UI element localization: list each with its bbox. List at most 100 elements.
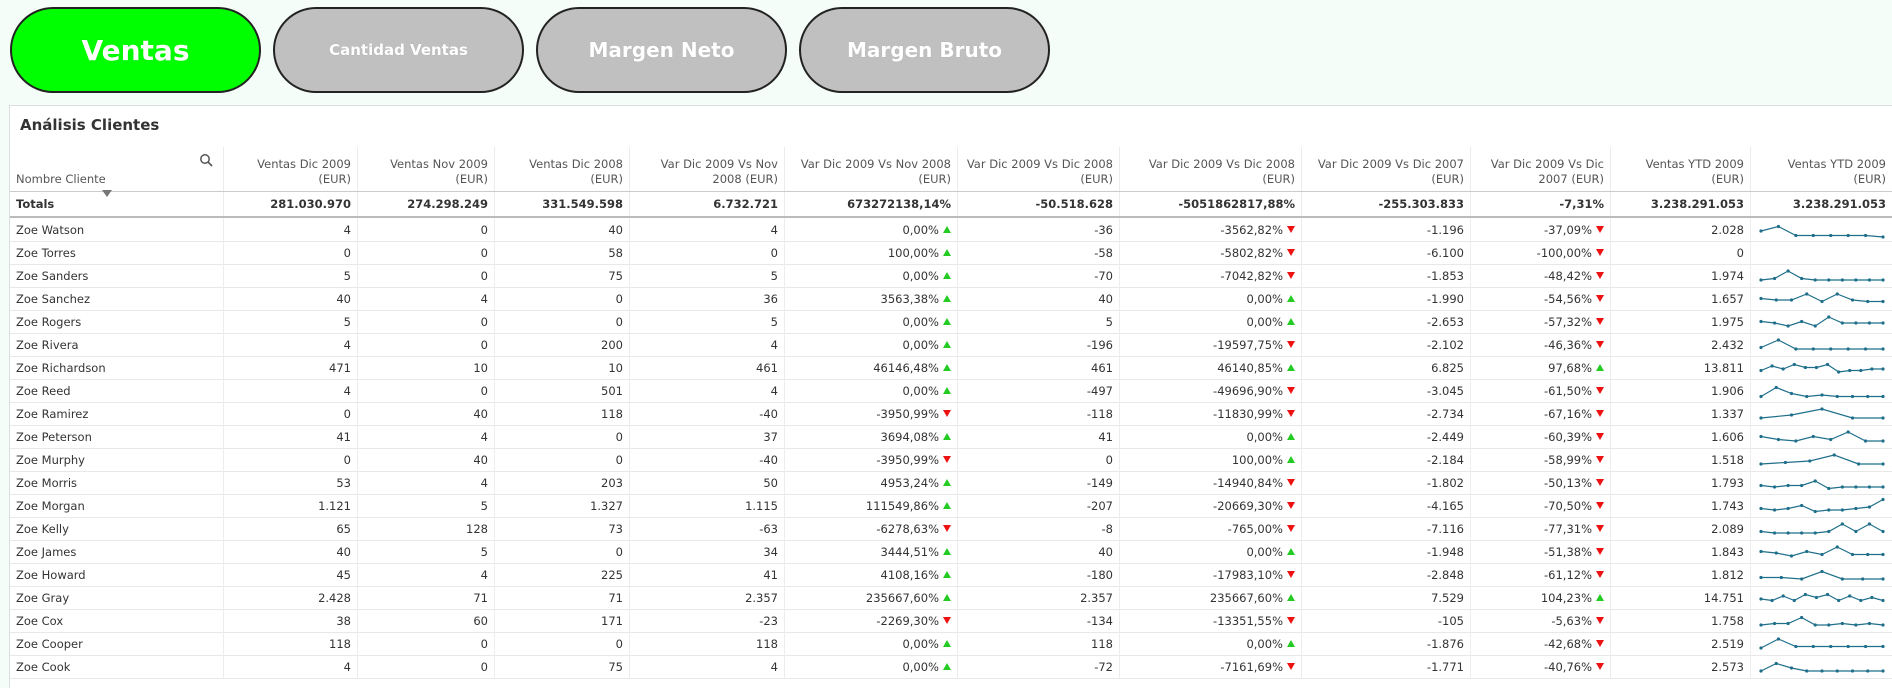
- value-cell: 40: [224, 540, 358, 563]
- table-row[interactable]: Zoe Ramirez 0 40 118 -40 -3950,99% -118 -11830,…: [10, 402, 1892, 426]
- table-row[interactable]: Zoe Cox 38 60 171 -23 -2269,30% -134 -13351,55%…: [10, 609, 1892, 633]
- value-cell-text: 1.793: [1711, 475, 1744, 490]
- value-cell-text: -13351,55%: [1213, 613, 1283, 628]
- value-cell: 0: [224, 241, 358, 264]
- sparkline-point: [1759, 229, 1763, 233]
- value-cell: 71: [358, 586, 495, 609]
- value-cell-text: 0,00%: [902, 314, 939, 329]
- total-value: -50.518.628: [958, 192, 1120, 216]
- value-cell: -60,39%: [1471, 425, 1611, 448]
- value-cell: 225: [495, 563, 630, 586]
- column-header[interactable]: Var Dic 2009 Vs Nov 2008 (EUR): [630, 147, 785, 191]
- sparkline-point: [1835, 292, 1839, 296]
- table-row[interactable]: Zoe Gray 2.428 71 71 2.357 235667,60% 2.357 235…: [10, 586, 1892, 610]
- value-cell: 0: [224, 448, 358, 471]
- column-header[interactable]: Var Dic 2009 Vs Dic 2008 (EUR): [958, 147, 1120, 191]
- table-row[interactable]: Zoe Morgan 1.121 5 1.327 1.115 111549,86% -207…: [10, 494, 1892, 518]
- table-row[interactable]: Zoe Peterson 41 4 0 37 3694,08% 41 0,00% -2.449 -…: [10, 425, 1892, 449]
- sparkline-cell: [1751, 655, 1892, 678]
- trend-up-icon: [1287, 456, 1295, 463]
- table-row[interactable]: Zoe James 40 5 0 34 3444,51% 40 0,00% -1.948 -51,…: [10, 540, 1892, 564]
- value-cell-text: -7042,82%: [1220, 268, 1283, 283]
- value-cell: -20669,30%: [1120, 494, 1302, 517]
- table-row[interactable]: Zoe Howard 45 4 225 41 4108,16% -180 -17983,10%…: [10, 563, 1892, 587]
- table-row[interactable]: Zoe Sanchez 40 4 0 36 3563,38% 40 0,00% -1.990 -5…: [10, 287, 1892, 311]
- value-cell: 0: [958, 448, 1120, 471]
- value-cell-text: 1.812: [1711, 567, 1744, 582]
- value-cell: 1.843: [1611, 540, 1751, 563]
- trend-up-icon: [943, 502, 951, 509]
- sparkline-line: [1760, 270, 1883, 281]
- value-cell-text: -5,63%: [1551, 613, 1592, 628]
- value-cell-text: 461: [756, 360, 778, 375]
- value-cell: 4: [358, 287, 495, 310]
- value-cell-text: 71: [473, 590, 488, 605]
- sparkline-point: [1803, 365, 1807, 370]
- tab-margen-neto[interactable]: Margen Neto: [536, 7, 787, 93]
- column-header[interactable]: Var Dic 2009 Vs Dic 2007 (EUR): [1471, 147, 1611, 191]
- column-header[interactable]: Var Dic 2009 Vs Dic 2007 (EUR): [1302, 147, 1471, 191]
- table-row[interactable]: Zoe Kelly 65 128 73 -63 -6278,63% -8 -765,00% -7…: [10, 517, 1892, 541]
- search-icon[interactable]: [199, 153, 213, 167]
- value-cell-text: 0: [480, 337, 488, 352]
- sparkline-point: [1827, 623, 1831, 627]
- value-cell-text: 97,68%: [1548, 360, 1592, 375]
- value-cell-text: 4953,24%: [880, 475, 939, 490]
- tab-margen-bruto[interactable]: Margen Bruto: [799, 7, 1050, 93]
- table-row[interactable]: Zoe Richardson 471 10 10 461 46146,48% 461 4614…: [10, 356, 1892, 380]
- value-cell: 4: [224, 655, 358, 678]
- total-value-text: 6.732.721: [713, 197, 778, 211]
- value-cell-text: 225: [601, 567, 623, 582]
- client-name: Zoe Rivera: [10, 333, 224, 356]
- value-cell: 0,00%: [785, 655, 958, 678]
- sparkline-point: [1881, 529, 1885, 534]
- value-cell-text: -149: [1086, 475, 1113, 490]
- tab-ventas[interactable]: Ventas: [10, 7, 261, 93]
- column-header[interactable]: Var Dic 2009 Vs Dic 2008 (EUR): [1120, 147, 1302, 191]
- table-row[interactable]: Zoe Rogers 5 0 0 5 0,00% 5 0,00% -2.653 -57,32% 1.…: [10, 310, 1892, 334]
- column-header[interactable]: Ventas YTD 2009 (EUR): [1751, 147, 1892, 191]
- client-name-text: Zoe Richardson: [16, 360, 106, 375]
- sparkline-point: [1759, 368, 1763, 373]
- value-cell-text: -3950,99%: [876, 406, 939, 421]
- column-header[interactable]: Var Dic 2009 Vs Nov 2008 (EUR): [785, 147, 958, 191]
- value-cell: 128: [358, 517, 495, 540]
- value-cell-text: -5802,82%: [1220, 245, 1283, 260]
- value-cell-text: 1.327: [590, 498, 623, 513]
- table-row[interactable]: Zoe Reed 4 0 501 4 0,00% -497 -49696,90% -3.045 -…: [10, 379, 1892, 403]
- sparkline-point: [1850, 669, 1855, 673]
- table-row[interactable]: Zoe Watson 4 0 40 4 0,00% -36 -3562,82% -1.196 -3…: [10, 218, 1892, 242]
- value-cell-text: 4: [770, 337, 778, 352]
- value-cell-text: 10: [608, 360, 623, 375]
- column-header[interactable]: Ventas Dic 2009 (EUR): [224, 147, 358, 191]
- value-cell: -134: [958, 609, 1120, 632]
- trend-up-icon: [943, 364, 951, 371]
- value-cell: -2.848: [1302, 563, 1471, 586]
- column-header[interactable]: Ventas YTD 2009 (EUR): [1611, 147, 1751, 191]
- column-header[interactable]: Ventas Nov 2009 (EUR): [358, 147, 495, 191]
- trend-down-icon: [1596, 295, 1604, 302]
- table-row[interactable]: Zoe Torres 0 0 58 0 100,00% -58 -5802,82% -6.100…: [10, 241, 1892, 265]
- column-header[interactable]: Ventas Dic 2008 (EUR): [495, 147, 630, 191]
- value-cell-text: 0,00%: [902, 383, 939, 398]
- value-cell-text: 0: [1736, 245, 1744, 260]
- table-row[interactable]: Zoe Sanders 5 0 75 5 0,00% -70 -7042,82% -1.853 -…: [10, 264, 1892, 288]
- tab-cantidad-ventas[interactable]: Cantidad Ventas: [273, 7, 524, 93]
- value-cell: 0: [495, 632, 630, 655]
- sparkline-point: [1794, 439, 1798, 443]
- table-row[interactable]: Zoe Rivera 4 0 200 4 0,00% -196 -19597,75% -2.10…: [10, 333, 1892, 357]
- table-row[interactable]: Zoe Morris 53 4 203 50 4953,24% -149 -14940,84%…: [10, 471, 1892, 495]
- table-row[interactable]: Zoe Cooper 118 0 0 118 0,00% 118 0,00% -1.876 -42…: [10, 632, 1892, 656]
- sparkline-point: [1814, 365, 1819, 370]
- sparkline-point: [1786, 621, 1790, 626]
- column-header[interactable]: Nombre Cliente: [10, 147, 224, 197]
- value-cell-text: 13.811: [1703, 360, 1744, 375]
- sparkline-point: [1805, 292, 1809, 296]
- sparkline-chart: [1759, 224, 1885, 239]
- value-cell-text: 104,23%: [1540, 590, 1592, 605]
- sparkline-point: [1789, 298, 1794, 302]
- table-row[interactable]: Zoe Murphy 0 40 0 -40 -3950,99% 0 100,00% -2.184…: [10, 448, 1892, 472]
- client-name: Zoe Rogers: [10, 310, 224, 333]
- table-row[interactable]: Zoe Cook 4 0 75 4 0,00% -72 -7161,69% -1.771 -40,…: [10, 655, 1892, 679]
- value-cell: 40: [958, 540, 1120, 563]
